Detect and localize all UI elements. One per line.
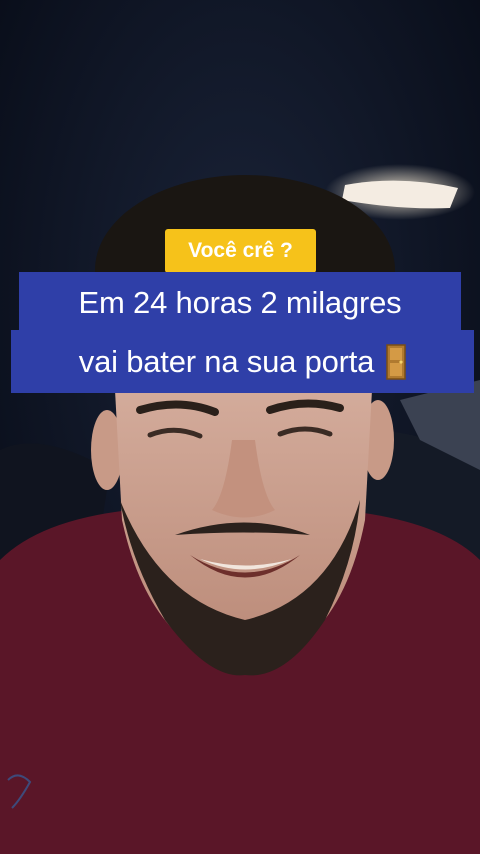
door-icon — [386, 343, 406, 380]
caption-question-text: Você crê ? — [188, 239, 293, 262]
caption-line-2-text: vai bater na sua porta — [78, 343, 375, 379]
caption-question-badge: Você crê ? — [165, 229, 316, 273]
caption-line-2: vai bater na sua porta — [11, 330, 474, 393]
caption-line-1: Em 24 horas 2 milagres — [19, 272, 461, 334]
video-frame — [0, 0, 480, 854]
caption-line-1-text: Em 24 horas 2 milagres — [78, 285, 402, 320]
